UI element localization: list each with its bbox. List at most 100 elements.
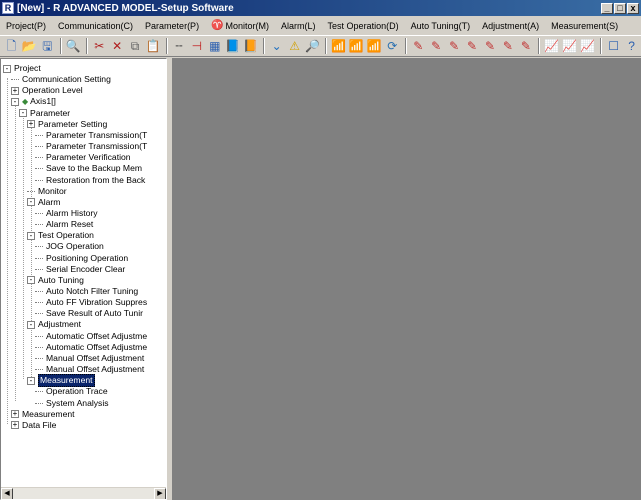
tree-node-parameter-verification[interactable]: Parameter Verification [35,152,131,163]
pen-icon[interactable]: ✎ [410,37,427,55]
expand-icon[interactable]: + [11,410,19,419]
signal-2-icon[interactable]: 📶 [348,37,365,55]
save-icon[interactable]: 🖫 [39,37,56,55]
tree-connector [35,268,43,270]
tree-node-parameter-transmission-t[interactable]: Parameter Transmission(T [35,141,147,152]
tree-node-measurement[interactable]: + Measurement [11,409,75,420]
help-icon[interactable]: ? [623,37,640,55]
filter-icon[interactable]: ⌄ [268,37,285,55]
pen-7-icon[interactable]: ✎ [517,37,534,55]
tree-node-measurement[interactable]: - Measurement [27,374,95,388]
chart-2-icon[interactable]: 📈 [561,37,578,55]
table-icon[interactable]: ▦ [206,37,223,55]
refresh-icon[interactable]: ⟳ [384,37,401,55]
tree-node-automatic-offset-adjustme[interactable]: Automatic Offset Adjustme [35,331,147,342]
paste-icon[interactable]: 📋 [145,37,162,55]
tree-node-positioning-operation[interactable]: Positioning Operation [35,253,128,264]
pen-4-icon[interactable]: ✎ [464,37,481,55]
tree-node-communication-setting[interactable]: Communication Setting [11,74,111,85]
tree-node-auto-tuning[interactable]: - Auto Tuning [27,275,84,286]
tree-node-test-operation[interactable]: - Test Operation [27,230,94,241]
warning-icon[interactable]: ⚠ [286,37,303,55]
collapse-icon[interactable]: - [27,320,35,329]
tree-node-adjustment[interactable]: - Adjustment [27,319,81,330]
expand-icon[interactable]: + [11,86,19,95]
pen-6-icon[interactable]: ✎ [499,37,516,55]
tree-node-parameter[interactable]: - Parameter [19,108,70,119]
menu-parameter[interactable]: Parameter(P) [139,21,205,31]
chart-3-icon[interactable]: 📈 [579,37,596,55]
tree-node-operation-trace[interactable]: Operation Trace [35,386,108,397]
pen-2-icon[interactable]: ✎ [428,37,445,55]
window-icon[interactable]: ☐ [605,37,622,55]
collapse-icon[interactable]: - [19,109,27,118]
tree-node-alarm[interactable]: - Alarm [27,197,60,208]
new-icon[interactable]: 🗋 [3,37,20,55]
menu-project[interactable]: Project(P) [0,21,52,31]
expand-icon[interactable]: + [11,421,19,430]
menu-test-operation[interactable]: Test Operation(D) [322,21,405,31]
pen-5-icon[interactable]: ✎ [482,37,499,55]
tree-horizontal-scrollbar[interactable]: ◀ ▶ [1,487,166,499]
tree-node-manual-offset-adjustment[interactable]: Manual Offset Adjustment [35,353,144,364]
menu-alarm[interactable]: Alarm(L) [275,21,322,31]
minimize-button[interactable]: _ [601,2,613,14]
tree-node-save-to-the-backup-mem[interactable]: Save to the Backup Mem [35,163,142,174]
tree-node-serial-encoder-clear[interactable]: Serial Encoder Clear [35,264,125,275]
collapse-icon[interactable]: - [27,376,35,385]
tree-node-automatic-offset-adjustme[interactable]: Automatic Offset Adjustme [35,342,147,353]
tree-node-auto-notch-filter-tuning[interactable]: Auto Notch Filter Tuning [35,286,138,297]
scroll-right-button[interactable]: ▶ [154,488,166,499]
collapse-icon[interactable]: - [11,97,19,106]
tree-guide-line [23,111,24,380]
collapse-icon[interactable]: - [27,231,35,240]
scroll-left-button[interactable]: ◀ [1,488,13,499]
expand-icon[interactable]: + [27,120,35,129]
tree-node-monitor[interactable]: Monitor [27,186,67,197]
menu-measurement[interactable]: Measurement(S) [545,21,624,31]
menu-label: Measurement(S) [551,20,619,31]
book-icon[interactable]: 📘 [224,37,241,55]
scroll-track[interactable] [13,488,154,499]
copy-icon[interactable]: ⧉ [127,37,144,55]
signal-3-icon[interactable]: 📶 [366,37,383,55]
tree-node-save-result-of-auto-tunir[interactable]: Save Result of Auto Tunir [35,308,143,319]
tree-node-data-file[interactable]: + Data File [11,420,56,431]
tree-node-operation-level[interactable]: + Operation Level [11,85,83,96]
collapse-icon[interactable]: - [27,198,35,207]
pen-3-icon[interactable]: ✎ [446,37,463,55]
close-button[interactable]: x [627,2,639,14]
menu-monitor[interactable]: ♈ Monitor(M) [205,20,275,31]
collapse-icon[interactable]: - [27,276,35,285]
search-icon[interactable]: 🔎 [304,37,321,55]
tree-node-label: Automatic Offset Adjustme [46,341,148,352]
book-arrow-icon[interactable]: 📙 [242,37,259,55]
line-icon[interactable]: ╌ [171,37,188,55]
menu-communication[interactable]: Communication(C) [52,21,139,31]
menu-adjustment[interactable]: Adjustment(A) [476,21,545,31]
title-bar[interactable]: R [New] - R ADVANCED MODEL-Setup Softwar… [0,0,641,16]
print-preview-icon[interactable]: 🔍 [65,37,82,55]
tree-node-parameter-setting[interactable]: + Parameter Setting [27,119,107,130]
open-icon[interactable]: 📂 [21,37,38,55]
tree-node-alarm-reset[interactable]: Alarm Reset [35,219,93,230]
tree-node-jog-operation[interactable]: JOG Operation [35,241,104,252]
tree-node-parameter-transmission-t[interactable]: Parameter Transmission(T [35,130,147,141]
tree-connector [35,179,43,181]
arrow-icon[interactable]: ⊣ [188,37,205,55]
restore-button[interactable]: □ [614,2,626,14]
signal-icon[interactable]: 📶 [330,37,347,55]
chart-icon[interactable]: 📈 [543,37,560,55]
cut-icon[interactable]: ✂ [91,37,108,55]
menu-auto-tuning[interactable]: Auto Tuning(T) [405,21,477,31]
collapse-icon[interactable]: - [3,64,11,73]
delete-icon[interactable]: ✕ [109,37,126,55]
tree-node-axis1[interactable]: - ◆ Axis1[] [11,96,56,107]
tree-node-auto-ff-vibration-suppres[interactable]: Auto FF Vibration Suppres [35,297,147,308]
tree-node-project[interactable]: - Project [3,63,41,74]
tree-node-alarm-history[interactable]: Alarm History [35,208,98,219]
menu-label: Parameter(P) [145,20,200,31]
tree-connector [35,335,43,337]
tree-node-restoration-from-the-back[interactable]: Restoration from the Back [35,175,145,186]
tree-node-system-analysis[interactable]: System Analysis [35,398,109,409]
